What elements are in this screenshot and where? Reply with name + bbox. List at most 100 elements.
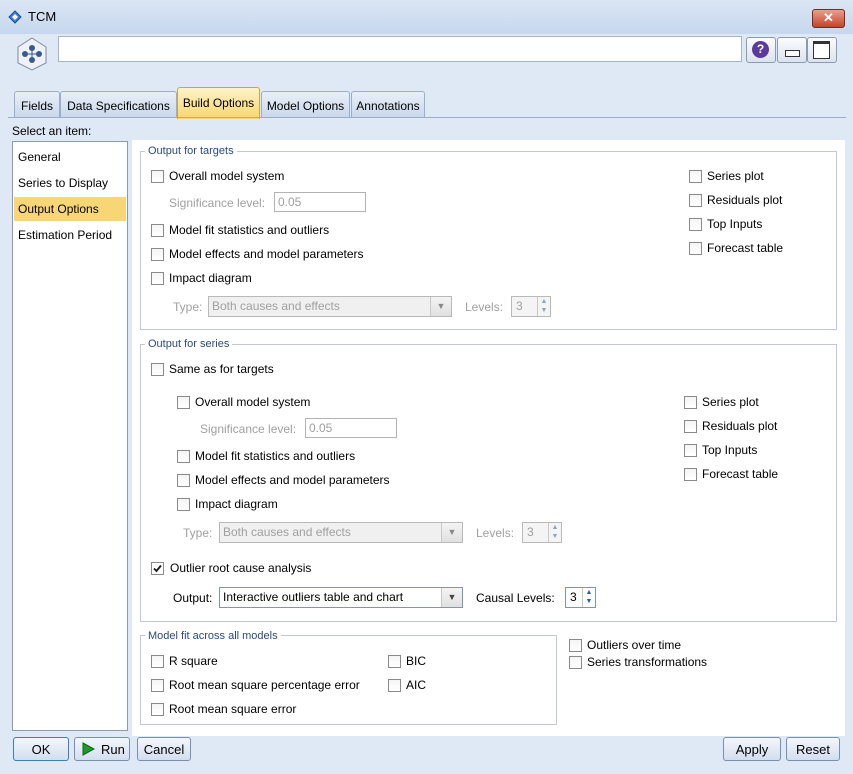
app-icon [8, 10, 22, 24]
targets-series-plot-label: Series plot [707, 169, 764, 183]
series-forecast-table-checkbox[interactable] [684, 468, 697, 481]
targets-residuals-plot-label: Residuals plot [707, 193, 783, 207]
targets-impact-diagram-label: Impact diagram [169, 271, 252, 285]
series-type-value: Both causes and effects [223, 525, 351, 539]
tab-fields[interactable]: Fields [14, 91, 60, 118]
series-model-fit-checkbox[interactable] [177, 450, 190, 463]
targets-model-effects-checkbox[interactable] [151, 248, 164, 261]
close-button[interactable]: ✕ [812, 9, 845, 28]
tab-build-options[interactable]: Build Options [177, 87, 260, 119]
run-icon [82, 742, 95, 756]
apply-button[interactable]: Apply [723, 737, 781, 761]
series-overall-model-label: Overall model system [195, 395, 311, 409]
series-series-plot-checkbox[interactable] [684, 396, 697, 409]
aic-label: AIC [406, 678, 427, 692]
targets-significance-field[interactable]: 0.05 [274, 192, 366, 212]
sidebar-item-estimation-period[interactable]: Estimation Period [14, 223, 126, 247]
targets-levels-spinner[interactable]: 3 ▲ ▼ [511, 296, 551, 317]
series-residuals-plot-checkbox[interactable] [684, 420, 697, 433]
targets-type-select[interactable]: Both causes and effects ▼ [208, 296, 452, 317]
sidebar-item-output-options[interactable]: Output Options [14, 197, 126, 221]
targets-series-plot-checkbox[interactable] [689, 170, 702, 183]
targets-top-inputs-checkbox[interactable] [689, 218, 702, 231]
output-select[interactable]: Interactive outliers table and chart ▼ [219, 587, 463, 608]
rmspe-checkbox[interactable] [151, 679, 164, 692]
series-transformations-checkbox[interactable] [569, 656, 582, 669]
window-title: TCM [28, 9, 57, 24]
targets-overall-model-label: Overall model system [169, 169, 285, 183]
sidebar-item-general[interactable]: General [14, 145, 126, 169]
outlier-root-cause-checkbox[interactable] [151, 562, 164, 575]
series-type-label: Type: [183, 526, 213, 540]
aic-checkbox[interactable] [388, 679, 401, 692]
spinner-arrows-icon: ▲ ▼ [582, 588, 595, 607]
series-levels-spinner[interactable]: 3 ▲ ▼ [522, 522, 562, 543]
run-button[interactable]: Run [74, 737, 130, 761]
tab-model-options[interactable]: Model Options [261, 91, 350, 118]
series-significance-field[interactable]: 0.05 [305, 418, 397, 438]
run-label: Run [101, 742, 125, 757]
output-options-panel: Output for targets Overall model system … [132, 140, 845, 736]
targets-type-value: Both causes and effects [212, 299, 340, 313]
series-transformations-label: Series transformations [587, 655, 708, 669]
targets-legend: Output for targets [145, 145, 237, 157]
series-significance-label: Significance level: [200, 422, 297, 436]
bic-checkbox[interactable] [388, 655, 401, 668]
targets-residuals-plot-checkbox[interactable] [689, 194, 702, 207]
maximize-icon [813, 41, 830, 59]
series-residuals-plot-label: Residuals plot [702, 419, 778, 433]
ok-button[interactable]: OK [13, 737, 69, 761]
series-impact-diagram-checkbox[interactable] [177, 498, 190, 511]
targets-type-label: Type: [173, 300, 203, 314]
series-top-inputs-checkbox[interactable] [684, 444, 697, 457]
help-icon: ? [752, 41, 769, 58]
cancel-button[interactable]: Cancel [137, 737, 191, 761]
node-name-field[interactable] [58, 36, 742, 62]
r-square-checkbox[interactable] [151, 655, 164, 668]
output-label: Output: [173, 591, 213, 605]
targets-model-fit-checkbox[interactable] [151, 224, 164, 237]
spinner-arrows-icon: ▲ ▼ [537, 297, 550, 316]
tcm-node-icon [17, 37, 47, 71]
targets-impact-diagram-checkbox[interactable] [151, 272, 164, 285]
series-overall-model-checkbox[interactable] [177, 396, 190, 409]
minimize-button[interactable] [777, 37, 807, 63]
item-list[interactable]: General Series to Display Output Options… [12, 141, 128, 731]
series-type-select[interactable]: Both causes and effects ▼ [219, 522, 463, 543]
maximize-button[interactable] [807, 37, 837, 63]
targets-levels-value: 3 [516, 299, 523, 313]
bic-label: BIC [406, 654, 427, 668]
targets-top-inputs-label: Top Inputs [707, 217, 763, 231]
title-bar[interactable] [0, 0, 853, 35]
series-levels-label: Levels: [476, 526, 515, 540]
series-same-as-targets-label: Same as for targets [169, 362, 274, 376]
help-button[interactable]: ? [746, 37, 776, 63]
outlier-root-cause-label: Outlier root cause analysis [170, 561, 312, 575]
series-levels-value: 3 [527, 525, 534, 539]
targets-levels-label: Levels: [465, 300, 504, 314]
sidebar-item-series-to-display[interactable]: Series to Display [14, 171, 126, 195]
rmspe-label: Root mean square percentage error [169, 678, 360, 692]
model-fit-legend: Model fit across all models [145, 630, 281, 642]
causal-levels-label: Causal Levels: [476, 591, 555, 605]
outliers-over-time-checkbox[interactable] [569, 639, 582, 652]
tab-annotations[interactable]: Annotations [351, 91, 425, 118]
series-forecast-table-label: Forecast table [702, 467, 779, 481]
series-top-inputs-label: Top Inputs [702, 443, 758, 457]
minimize-icon [785, 50, 800, 57]
series-same-as-targets-checkbox[interactable] [151, 363, 164, 376]
targets-forecast-table-label: Forecast table [707, 241, 784, 255]
r-square-label: R square [169, 654, 218, 668]
series-impact-diagram-label: Impact diagram [195, 497, 278, 511]
rmse-checkbox[interactable] [151, 703, 164, 716]
reset-button[interactable]: Reset [786, 737, 840, 761]
series-model-effects-checkbox[interactable] [177, 474, 190, 487]
targets-overall-model-checkbox[interactable] [151, 170, 164, 183]
outliers-over-time-label: Outliers over time [587, 638, 682, 652]
checkmark-icon [153, 564, 162, 573]
tab-data-specifications[interactable]: Data Specifications [60, 91, 177, 118]
output-value: Interactive outliers table and chart [223, 590, 404, 604]
targets-forecast-table-checkbox[interactable] [689, 242, 702, 255]
causal-levels-spinner[interactable]: 3 ▲ ▼ [565, 587, 596, 608]
series-series-plot-label: Series plot [702, 395, 759, 409]
